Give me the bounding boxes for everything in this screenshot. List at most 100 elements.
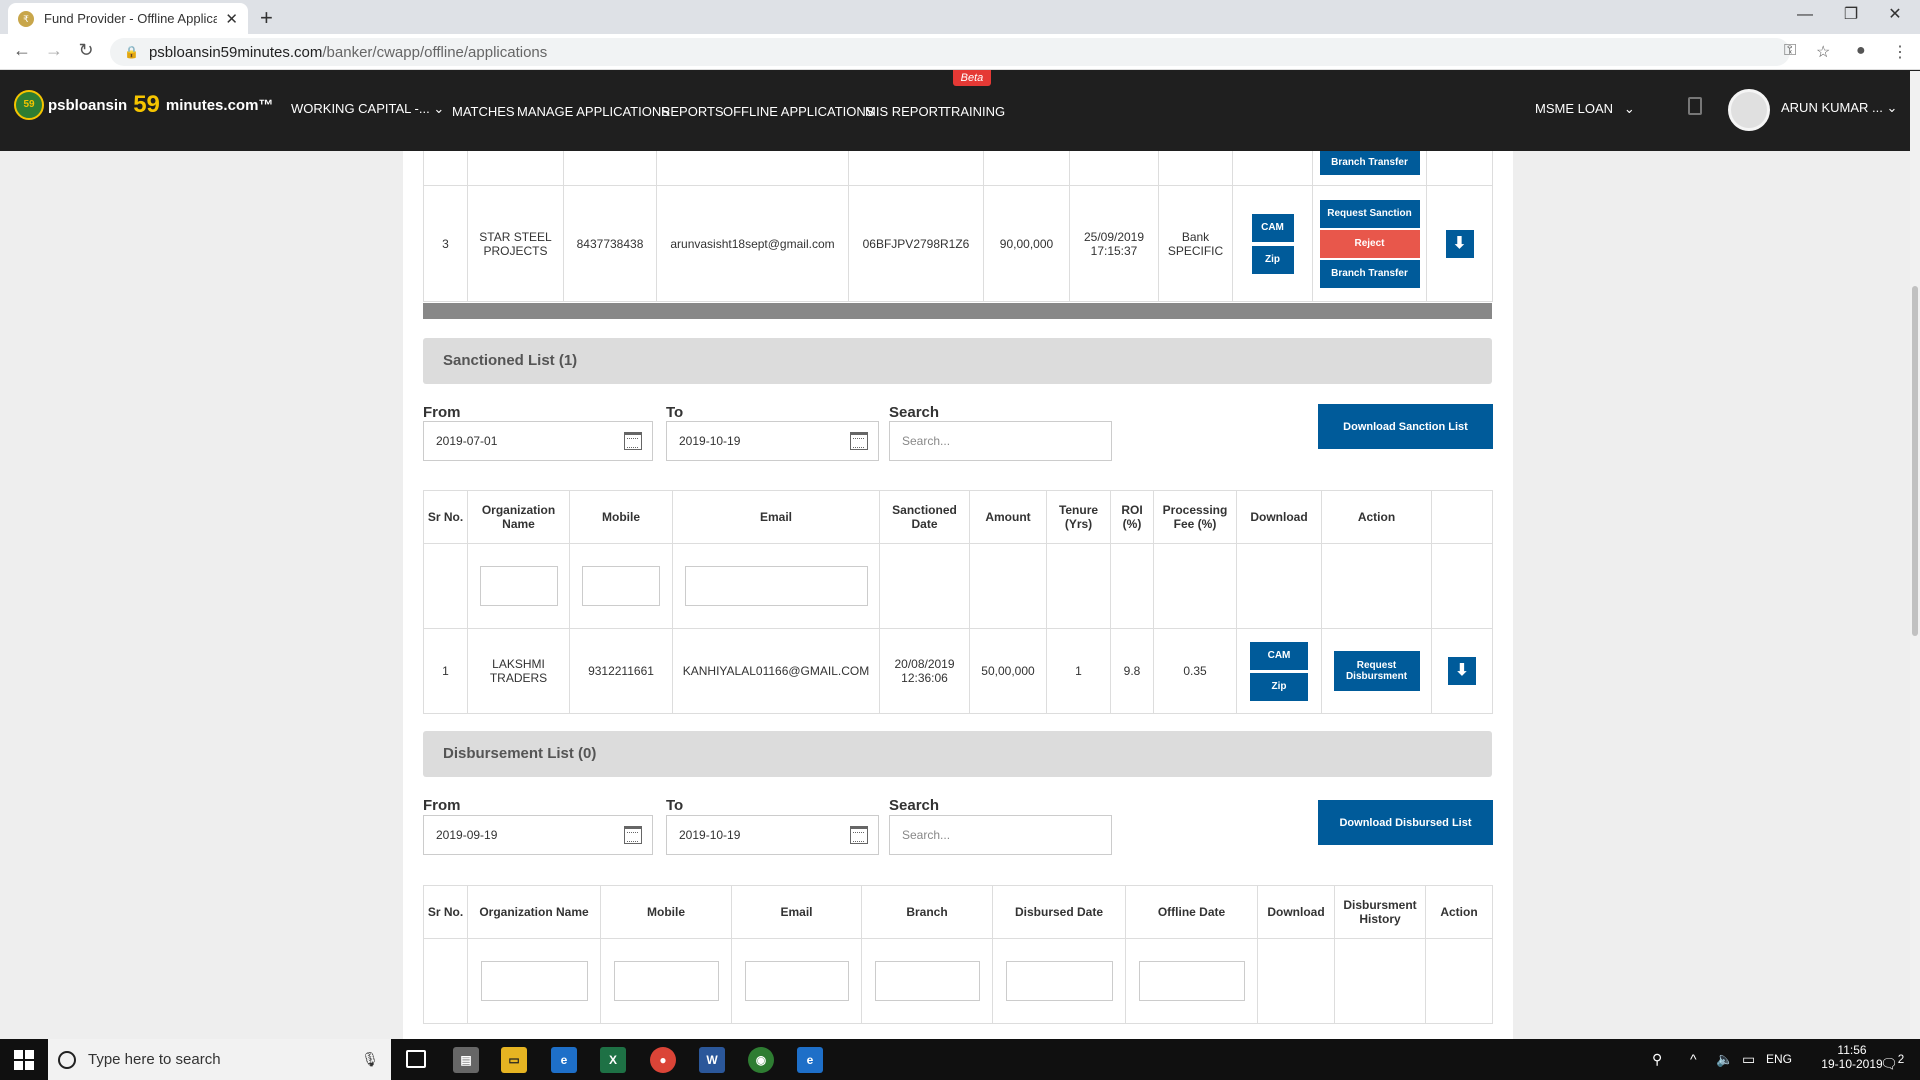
loan-type-dropdown[interactable]: MSME LOAN ⌄ [1535,101,1635,117]
request-disbursment-button[interactable]: Request Disbursment [1333,651,1420,691]
nav-offline-applications[interactable]: OFFLINE APPLICATIONS [723,104,874,119]
col-header: Download [1236,490,1322,544]
new-tab-icon[interactable]: + [260,5,273,31]
site-logo[interactable]: 59 psbloansin 59 minutes.com™ [14,90,273,120]
zip-button[interactable]: Zip [1251,245,1294,274]
to-date-field[interactable]: 2019-10-19 [666,421,879,461]
col-header: Download [1257,885,1335,939]
printer-app-icon[interactable]: ▤ [453,1047,479,1073]
language-indicator[interactable]: ENG [1766,1039,1792,1080]
download-arrow-icon[interactable]: ⬇ [1445,229,1474,258]
chevron-down-icon: ⌄ [1623,101,1635,116]
from-date-field[interactable]: 2019-07-01 [423,421,653,461]
microphone-icon[interactable]: 🎙 [361,1051,379,1068]
chevron-up-icon[interactable]: ^ [1690,1039,1697,1080]
request-sanction-button[interactable]: Request Sanction [1319,199,1420,228]
calendar-icon[interactable] [850,432,868,450]
nav-training[interactable]: TRAINING [943,104,1005,119]
minimize-icon[interactable]: — [1780,0,1830,30]
windows-start-icon[interactable] [14,1050,34,1070]
file-explorer-icon[interactable]: ▭ [501,1047,527,1073]
table-row: 3 STAR STEEL PROJECTS 8437738438 arunvas… [423,185,1493,302]
calendar-icon[interactable] [850,826,868,844]
forward-icon[interactable]: → [42,40,66,61]
cell-mobile: 8437738438 [563,185,657,302]
cam-button[interactable]: CAM [1251,213,1294,242]
taskbar-search[interactable]: Type here to search 🎙 [48,1039,391,1080]
download-sanction-list-button[interactable]: Download Sanction List [1318,404,1493,449]
nav-manage-applications[interactable]: MANAGE APPLICATIONS [517,104,670,119]
horizontal-scrollbar[interactable] [423,303,1492,319]
email-filter-input[interactable] [684,566,868,606]
word-icon[interactable]: W [699,1047,725,1073]
cam-button[interactable]: CAM [1250,641,1308,670]
app-icon[interactable]: ◉ [748,1047,774,1073]
volume-icon[interactable]: 🔈 [1716,1039,1733,1080]
branch-transfer-button[interactable]: Branch Transfer [1319,151,1420,175]
table-row: Branch Transfer [423,151,1493,186]
org-filter-input[interactable] [479,566,558,606]
branch-transfer-button[interactable]: Branch Transfer [1319,259,1420,288]
lock-icon: 🔒 [124,45,139,59]
excel-icon[interactable]: X [600,1047,626,1073]
nav-matches[interactable]: MATCHES [452,104,515,119]
browser-tab[interactable]: ₹ Fund Provider - Offline Applicatio ✕ [8,3,248,34]
profile-icon[interactable]: ● [1856,42,1866,60]
branch-filter-input[interactable] [874,961,980,1001]
search-label: Search [889,797,940,814]
close-window-icon[interactable]: ✕ [1870,0,1920,30]
download-disbursed-list-button[interactable]: Download Disbursed List [1318,800,1493,845]
scrollbar-thumb[interactable] [1912,286,1918,636]
col-header: Mobile [569,490,673,544]
notification-icon[interactable]: 🗨2 [1880,1039,1904,1080]
from-date-field[interactable]: 2019-09-19 [423,815,653,855]
chrome-icon[interactable]: ● [650,1047,676,1073]
user-name: ARUN KUMAR ... [1781,100,1883,115]
disbursement-table: Sr No. Organization Name Mobile Email Br… [423,885,1493,1024]
col-header [1431,490,1493,544]
calendar-icon[interactable] [624,432,642,450]
to-date-field[interactable]: 2019-10-19 [666,815,879,855]
mobile-filter-input[interactable] [613,961,719,1001]
trash-icon[interactable] [1688,97,1702,115]
nav-mis-report[interactable]: MIS REPORT [865,104,946,119]
search-input[interactable]: Search... [889,815,1112,855]
reject-button[interactable]: Reject [1319,229,1420,258]
mobile-filter-input[interactable] [582,566,660,606]
back-icon[interactable]: ← [10,40,34,61]
people-icon[interactable]: ⚲ [1652,1039,1662,1080]
address-bar: ← → ↻ 🔒 psbloansin59minutes.com/banker/c… [0,34,1920,70]
offline-date-filter-input[interactable] [1138,961,1245,1001]
user-menu[interactable]: ARUN KUMAR ... ⌄ [1781,100,1897,116]
url-field[interactable]: 🔒 psbloansin59minutes.com/banker/cwapp/o… [110,38,1790,66]
page-scrollbar[interactable] [1910,71,1920,1039]
zip-button[interactable]: Zip [1250,672,1308,701]
close-tab-icon[interactable]: ✕ [225,10,238,28]
sanctioned-list-header[interactable]: Sanctioned List (1) [423,338,1492,384]
col-header: Organization Name [467,490,570,544]
org-filter-input[interactable] [480,961,588,1001]
search-input[interactable]: Search... [889,421,1112,461]
restore-icon[interactable]: ❐ [1826,0,1876,30]
star-icon[interactable]: ☆ [1816,42,1830,62]
email-filter-input[interactable] [744,961,849,1001]
menu-dots-icon[interactable]: ⋮ [1892,42,1908,62]
col-header: Organization Name [467,885,601,939]
network-icon[interactable]: ▭ [1742,1039,1755,1080]
from-label: From [423,404,461,421]
working-capital-dropdown[interactable]: WORKING CAPITAL -... ⌄ [291,101,444,117]
download-arrow-icon[interactable]: ⬇ [1448,657,1476,685]
internet-explorer-icon[interactable]: e [551,1047,577,1073]
calendar-icon[interactable] [624,826,642,844]
nav-reports[interactable]: REPORTS [661,104,724,119]
search-label: Search [889,404,940,421]
avatar[interactable] [1728,89,1770,131]
reload-icon[interactable]: ↻ [74,40,98,61]
cell-org: LAKSHMI TRADERS [467,628,570,714]
key-icon[interactable]: ⚿ [1784,42,1796,60]
disbursed-date-filter-input[interactable] [1005,961,1113,1001]
disbursement-list-header[interactable]: Disbursement List (0) [423,731,1492,777]
edge-icon[interactable]: e [797,1047,823,1073]
from-date-value: 2019-09-19 [436,828,498,842]
task-view-icon[interactable] [406,1050,426,1068]
